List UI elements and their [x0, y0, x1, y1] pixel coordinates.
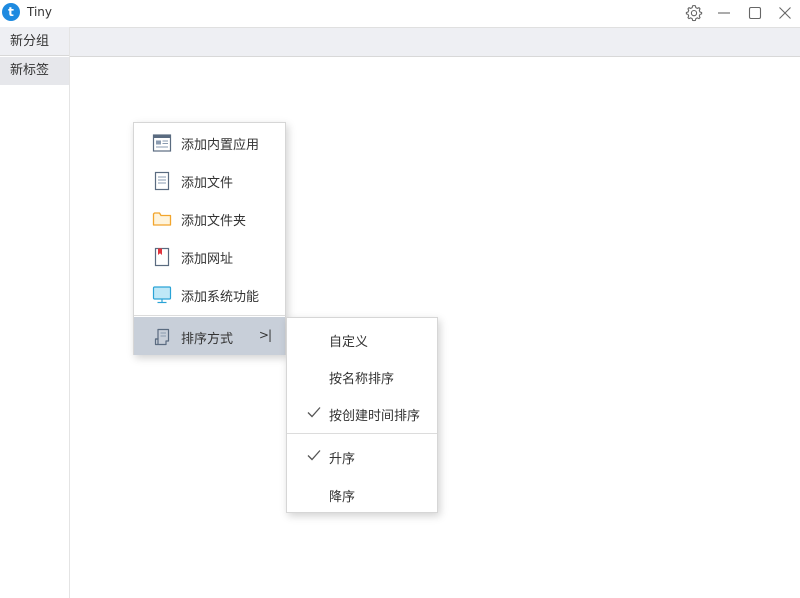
minimize-button[interactable]	[711, 1, 737, 25]
builtin-app-icon	[151, 132, 173, 154]
close-button[interactable]	[772, 1, 798, 25]
checkmark-icon	[307, 407, 321, 418]
submenu-divider	[287, 433, 437, 434]
submenu-arrow-icon: >|	[258, 328, 272, 342]
menu-item-label: 添加系统功能	[181, 290, 260, 305]
sidebar-tab-item[interactable]: 新标签	[0, 57, 69, 85]
file-icon	[151, 170, 173, 192]
menu-item-add-file[interactable]: 添加文件	[134, 161, 285, 199]
context-menu: 添加内置应用 添加文件 添加文件夹 添加网址 添加系统功能 排序方式 >|	[133, 122, 286, 355]
app-title: Tiny	[27, 5, 53, 19]
app-logo-icon: t	[2, 3, 20, 21]
gear-icon	[685, 4, 703, 22]
bookmark-icon	[151, 246, 173, 268]
title-bar: t Tiny	[0, 0, 800, 27]
group-header-strip	[70, 27, 800, 57]
sort-option-custom[interactable]: 自定义	[287, 321, 437, 357]
group-label[interactable]: 新分组	[0, 27, 69, 56]
sort-order-ascending[interactable]: 升序	[287, 438, 437, 474]
minimize-icon	[718, 12, 730, 14]
sidebar: 新分组 新标签	[0, 27, 70, 598]
maximize-button[interactable]	[742, 1, 768, 25]
sort-option-label: 按创建时间排序	[329, 409, 421, 424]
sort-option-by-created-time[interactable]: 按创建时间排序	[287, 395, 437, 431]
close-icon	[779, 7, 791, 19]
maximize-icon	[748, 6, 762, 20]
sort-order-label: 升序	[329, 452, 356, 467]
sort-option-label: 按名称排序	[329, 372, 395, 387]
scroll-icon	[151, 326, 173, 348]
menu-item-label: 添加内置应用	[181, 138, 260, 153]
menu-item-label: 添加网址	[181, 252, 234, 267]
menu-item-sort-by[interactable]: 排序方式 >|	[134, 317, 285, 355]
settings-button[interactable]	[681, 1, 707, 25]
menu-divider	[134, 315, 285, 316]
folder-icon	[151, 208, 173, 230]
menu-item-add-system-function[interactable]: 添加系统功能	[134, 275, 285, 313]
menu-item-label: 添加文件	[181, 176, 234, 191]
sort-order-descending[interactable]: 降序	[287, 476, 437, 512]
menu-item-add-builtin-app[interactable]: 添加内置应用	[134, 123, 285, 161]
menu-item-label: 排序方式	[181, 332, 234, 347]
monitor-icon	[151, 284, 173, 306]
sort-submenu: 自定义 按名称排序 按创建时间排序 升序 降序	[286, 317, 438, 513]
menu-item-add-folder[interactable]: 添加文件夹	[134, 199, 285, 237]
menu-item-add-url[interactable]: 添加网址	[134, 237, 285, 275]
sort-option-by-name[interactable]: 按名称排序	[287, 358, 437, 394]
sort-option-label: 自定义	[329, 335, 369, 350]
sort-order-label: 降序	[329, 490, 356, 505]
checkmark-icon	[307, 450, 321, 461]
menu-item-label: 添加文件夹	[181, 214, 247, 229]
